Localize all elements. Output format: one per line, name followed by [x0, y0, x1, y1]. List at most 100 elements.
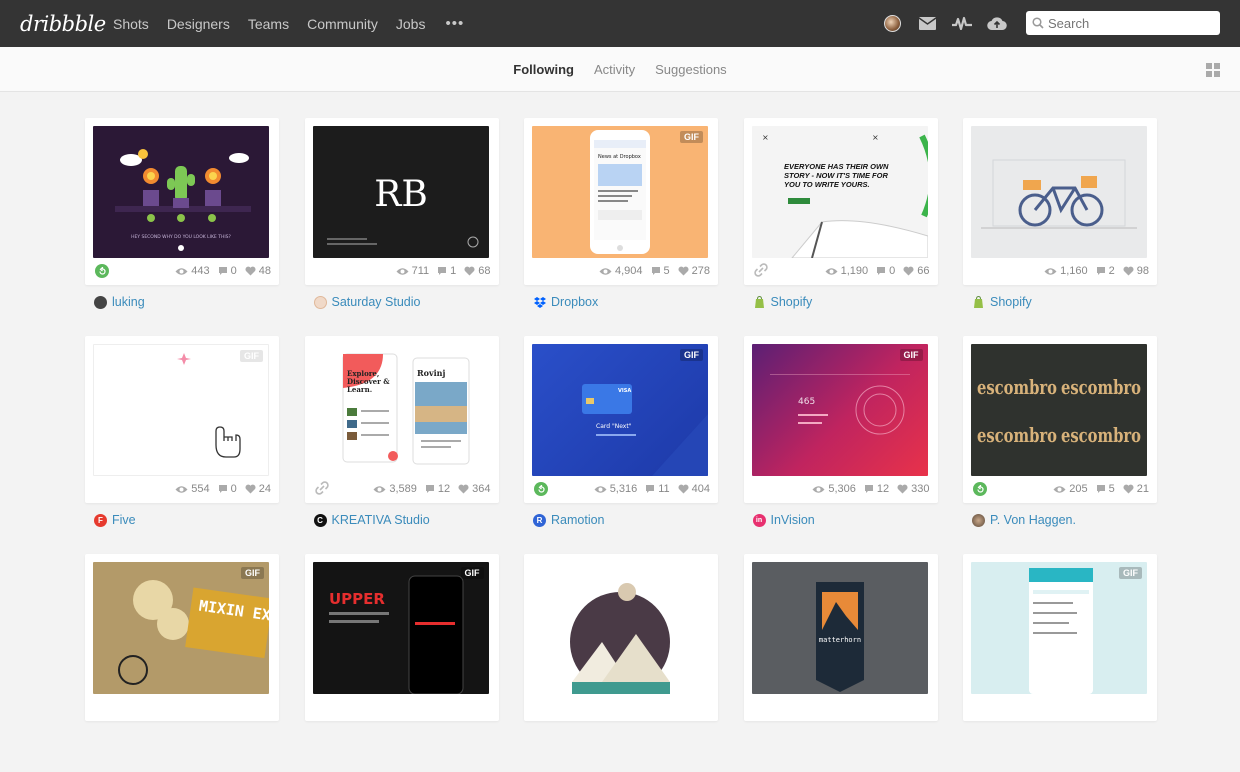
shot-thumbnail[interactable]: GIF UPPER — [312, 562, 489, 694]
owner-name[interactable]: InVision — [771, 513, 815, 527]
shot-card: escombro escombro escombro escombro 205 … — [963, 336, 1157, 527]
shot-card: GIF 554 0 24 F Five — [85, 336, 279, 527]
nav-link-teams[interactable]: Teams — [248, 16, 289, 32]
likes-stat[interactable]: 404 — [678, 483, 710, 495]
owner-name[interactable]: Saturday Studio — [332, 295, 421, 309]
heart-icon — [245, 266, 256, 276]
attachment-icon[interactable] — [753, 263, 768, 280]
owner-name[interactable]: P. Von Haggen. — [990, 513, 1076, 527]
rebound-icon[interactable] — [973, 482, 987, 496]
eye-icon — [812, 485, 825, 493]
views-stat: 5,316 — [594, 483, 637, 495]
shot-thumbnail[interactable]: GIF News at Dropbox — [532, 126, 708, 258]
views-stat: 1,190 — [825, 265, 868, 277]
nav-tools — [881, 11, 1220, 35]
comment-icon — [438, 267, 447, 275]
nav-link-designers[interactable]: Designers — [167, 16, 230, 32]
owner-name[interactable]: KREATIVA Studio — [332, 513, 430, 527]
likes-stat[interactable]: 66 — [903, 265, 930, 277]
owner-avatar[interactable] — [313, 295, 327, 309]
search-input[interactable] — [1048, 15, 1208, 31]
dribbble-logo[interactable]: dribbble — [20, 12, 113, 36]
shot-card: GIF 465 5,306 12 330 in InVision — [743, 336, 938, 527]
likes-stat[interactable]: 98 — [1123, 265, 1149, 277]
nav-link-shots[interactable]: Shots — [113, 16, 149, 32]
thumb-word: escombro — [977, 375, 1057, 399]
more-menu-icon[interactable]: ••• — [445, 15, 464, 32]
shot-owner: Shopify — [963, 295, 1157, 309]
likes-stat[interactable]: 364 — [458, 483, 491, 495]
gif-badge: GIF — [1119, 567, 1142, 579]
shot-thumbnail[interactable]: GIF — [971, 562, 1147, 694]
search-box[interactable] — [1026, 11, 1220, 35]
owner-name[interactable]: Five — [112, 513, 136, 527]
shot-thumbnail[interactable]: GIF 465 — [751, 344, 928, 476]
comment-icon — [425, 485, 434, 493]
shot-thumbnail[interactable]: GIF MIXIN EXPE — [93, 562, 269, 694]
thumb-card-next: Card "Next" — [596, 423, 632, 430]
shot-thumbnail[interactable] — [532, 562, 708, 694]
grid-view-icon[interactable] — [1206, 63, 1220, 77]
comment-icon — [646, 485, 655, 493]
shot-thumbnail[interactable] — [971, 126, 1147, 258]
thumb-rovinj: Rovinj — [417, 368, 445, 378]
owner-name[interactable]: Shopify — [990, 295, 1032, 309]
dropbox-icon[interactable] — [533, 296, 546, 309]
gif-badge: GIF — [241, 567, 264, 579]
tab-following[interactable]: Following — [513, 62, 574, 77]
comments-stat: 12 — [425, 483, 450, 495]
rebound-icon[interactable] — [534, 482, 548, 496]
heart-icon — [897, 484, 908, 494]
owner-name[interactable]: Dropbox — [551, 295, 598, 309]
shot-thumbnail[interactable]: matterhorn — [751, 562, 928, 694]
owner-name[interactable]: Shopify — [771, 295, 813, 309]
comment-icon — [1096, 267, 1105, 275]
shot-thumbnail[interactable]: GIF — [93, 344, 269, 476]
thumb-word: matterhorn — [818, 636, 860, 644]
shot-thumbnail[interactable]: EVERYONE HAS THEIR OWN STORY - NOW IT'S … — [751, 126, 928, 258]
eye-icon — [1044, 267, 1057, 275]
nav-links: Shots Designers Teams Community Jobs ••• — [113, 15, 464, 32]
shot-card: GIF — [963, 554, 1157, 744]
owner-avatar[interactable] — [94, 295, 107, 309]
owner-name[interactable]: luking — [112, 295, 145, 309]
likes-stat[interactable]: 278 — [678, 265, 710, 277]
ramotion-logo-icon[interactable]: R — [533, 513, 546, 527]
user-avatar[interactable] — [881, 12, 903, 34]
likes-stat[interactable]: 21 — [1123, 483, 1149, 495]
mail-icon[interactable] — [916, 12, 938, 34]
tab-activity[interactable]: Activity — [594, 62, 635, 77]
five-logo-icon[interactable]: F — [94, 513, 107, 527]
thumb-visa: VISA — [618, 388, 631, 394]
tab-suggestions[interactable]: Suggestions — [655, 62, 727, 77]
upload-cloud-icon[interactable] — [986, 12, 1008, 34]
shot-card — [524, 554, 718, 744]
owner-name[interactable]: Ramotion — [551, 513, 605, 527]
shot-stats: 5,316 11 404 — [532, 476, 710, 502]
comments-stat: 5 — [651, 265, 670, 277]
shopify-icon[interactable] — [972, 296, 985, 309]
rebound-icon[interactable] — [95, 264, 109, 278]
svg-text:escombro: escombro — [1061, 375, 1141, 399]
nav-link-community[interactable]: Community — [307, 16, 378, 32]
shot-thumbnail[interactable]: RB — [312, 126, 489, 258]
invision-logo-icon[interactable]: in — [752, 513, 766, 527]
likes-stat[interactable]: 330 — [897, 483, 930, 495]
likes-stat[interactable]: 68 — [464, 265, 491, 277]
shot-thumbnail[interactable]: escombro escombro escombro escombro — [971, 344, 1147, 476]
shot-card: 1,160 2 98 Shopify — [963, 118, 1157, 309]
heart-icon — [1123, 266, 1134, 276]
shot-thumbnail[interactable]: GIF VISA Card "Next" — [532, 344, 708, 476]
eye-icon — [175, 267, 188, 275]
shot-thumbnail[interactable]: HEY SECOND WHY DO YOU LOOK LIKE THIS? — [93, 126, 269, 258]
activity-icon[interactable] — [951, 12, 973, 34]
shot-thumbnail[interactable]: Explore, Discover & Learn. Rovinj — [312, 344, 489, 476]
kreativa-logo-icon[interactable]: C — [313, 513, 327, 527]
shopify-icon[interactable] — [753, 296, 766, 309]
owner-avatar[interactable] — [972, 513, 985, 527]
likes-stat[interactable]: 24 — [245, 483, 271, 495]
attachment-icon[interactable] — [314, 481, 329, 498]
nav-link-jobs[interactable]: Jobs — [396, 16, 426, 32]
comments-stat: 0 — [876, 265, 895, 277]
likes-stat[interactable]: 48 — [245, 265, 271, 277]
